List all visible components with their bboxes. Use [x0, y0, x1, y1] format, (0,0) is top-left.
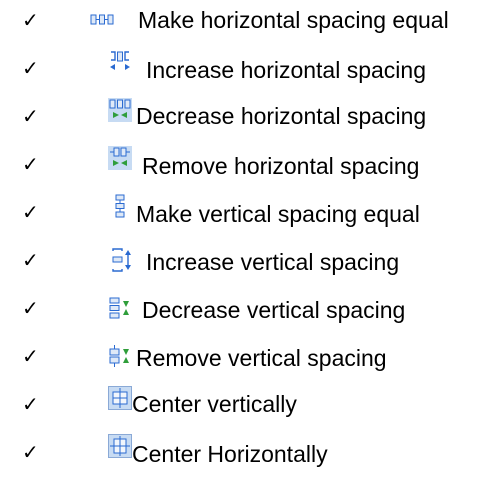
item-label: Center Horizontally: [132, 441, 328, 467]
checkmark-icon: ✓: [22, 296, 39, 320]
center-vertically-icon: [108, 386, 132, 410]
list-item-remove-horizontal-spacing: ✓ Remove horizontal spacing: [0, 146, 493, 186]
decrease-vertical-spacing-icon: [108, 296, 132, 320]
list-item-make-vertical-spacing-equal: ✓ Make vertical spacing equal: [0, 194, 493, 234]
list-item-remove-vertical-spacing: ✓ Remove vertical spacing: [0, 338, 493, 378]
item-label: Remove vertical spacing: [136, 345, 387, 371]
checkmark-icon: ✓: [22, 392, 39, 416]
list-item-increase-horizontal-spacing: ✓ Increase horizontal spacing: [0, 50, 493, 90]
list-item-increase-vertical-spacing: ✓ Increase vertical spacing: [0, 242, 493, 282]
item-label: Make vertical spacing equal: [136, 201, 420, 227]
increase-horizontal-spacing-icon: [108, 50, 132, 74]
checkmark-icon: ✓: [22, 104, 39, 128]
center-horizontally-icon: [108, 434, 132, 458]
increase-vertical-spacing-icon: [110, 248, 134, 272]
item-label: Decrease vertical spacing: [142, 297, 406, 323]
checkmark-icon: ✓: [22, 344, 39, 368]
item-label: Increase horizontal spacing: [146, 57, 426, 83]
checkmark-icon: ✓: [22, 200, 39, 224]
remove-vertical-spacing-icon: [108, 344, 132, 368]
item-label: Center vertically: [132, 391, 297, 417]
item-label: Increase vertical spacing: [146, 249, 400, 275]
item-label: Decrease horizontal spacing: [136, 103, 427, 129]
decrease-horizontal-spacing-icon: [108, 98, 132, 122]
checkmark-icon: ✓: [22, 152, 39, 176]
list-item-decrease-horizontal-spacing: ✓ Decrease horizontal spacing: [0, 98, 493, 138]
checkmark-icon: ✓: [22, 248, 39, 272]
item-label: Remove horizontal spacing: [142, 153, 420, 179]
checkmark-icon: ✓: [22, 56, 39, 80]
checkmark-icon: ✓: [22, 440, 39, 464]
remove-horizontal-spacing-icon: [108, 146, 132, 170]
list-item-decrease-vertical-spacing: ✓ Decrease vertical spacing: [0, 290, 493, 330]
list-item-make-horizontal-spacing-equal: ✓ Make horizontal spacing equal: [0, 2, 493, 42]
make-vertical-spacing-equal-icon: [108, 194, 132, 218]
item-label: Make horizontal spacing equal: [138, 7, 449, 33]
checkmark-icon: ✓: [22, 8, 39, 32]
make-horizontal-spacing-equal-icon: [90, 8, 114, 32]
list-item-center-vertically: ✓ Center vertically: [0, 386, 493, 426]
list-item-center-horizontally: ✓ Center Horizontally: [0, 434, 493, 474]
